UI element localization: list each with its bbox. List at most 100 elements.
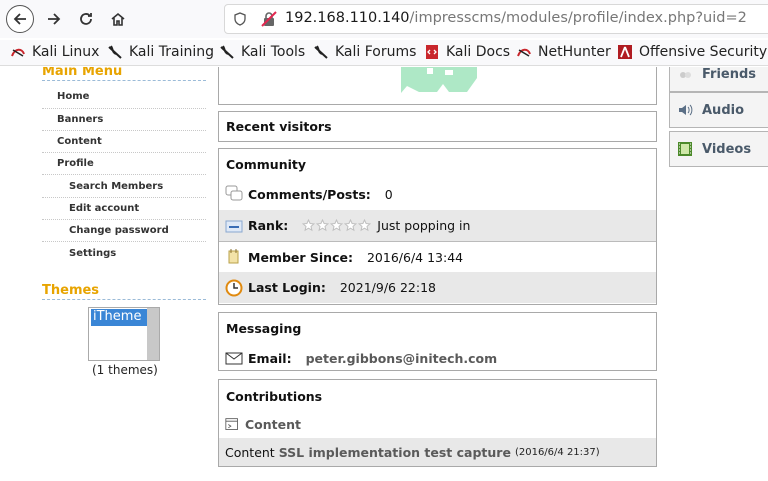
tab-videos[interactable]: Videos	[669, 131, 768, 167]
divider	[42, 80, 206, 81]
contributions-section-row: Content	[219, 413, 656, 435]
bookmark-label: NetHunter	[538, 44, 611, 60]
star-empty-icon	[330, 219, 344, 232]
clock-icon	[225, 279, 243, 296]
bookmarks-bar: Kali Linux Kali Training Kali Tools Kali…	[0, 40, 768, 66]
recent-visitors-title: Recent visitors	[226, 119, 332, 134]
last-login-value: 2021/9/6 22:18	[339, 280, 436, 295]
contribution-item-date: (2016/6/4 21:37)	[514, 446, 600, 458]
nethunter-icon	[517, 48, 531, 57]
rank-label: Rank:	[248, 218, 289, 233]
url-text[interactable]: 192.168.110.140/impresscms/modules/profi…	[285, 10, 747, 26]
speaker-icon	[679, 104, 693, 116]
menu-item-banners[interactable]: Banners	[57, 114, 103, 125]
avatar-image	[401, 67, 477, 93]
kali-linux-icon	[11, 48, 25, 57]
tab-audio-label: Audio	[702, 102, 745, 118]
bookmark-kali-tools[interactable]: Kali Tools	[219, 44, 305, 60]
comments-icon	[225, 185, 243, 201]
theme-list-scrollbar[interactable]	[147, 308, 159, 360]
reload-button[interactable]	[72, 5, 100, 33]
email-link[interactable]: peter.gibbons@initech.com	[306, 351, 498, 366]
bookmark-kali-docs[interactable]: Kali Docs	[424, 44, 510, 60]
menu-item-content[interactable]: Content	[57, 136, 102, 147]
docs-icon	[426, 45, 438, 59]
messaging-title: Messaging	[226, 321, 302, 336]
shield-icon[interactable]	[233, 12, 247, 26]
page-content: Main Menu Home Banners Content Profile S…	[0, 67, 768, 481]
comments-row: Comments/Posts: 0	[219, 179, 656, 209]
member-since-value: 2016/6/4 13:44	[366, 249, 464, 265]
avatar-panel	[218, 67, 657, 105]
rank-row: Rank: Just popping in	[219, 210, 656, 241]
contributions-title: Contributions	[226, 389, 323, 404]
tab-audio[interactable]: Audio	[669, 92, 768, 128]
contribution-item-prefix: Content	[225, 444, 275, 460]
menu-item-home[interactable]: Home	[57, 91, 89, 102]
home-button[interactable]	[104, 5, 132, 33]
kali-dragon-icon	[108, 45, 122, 59]
menu-item-profile[interactable]: Profile	[57, 158, 94, 169]
film-icon	[678, 142, 692, 156]
bookmark-label: Kali Docs	[446, 44, 511, 60]
bookmark-nethunter[interactable]: NetHunter	[516, 44, 611, 60]
contribution-item-link[interactable]: SSL implementation test capture	[279, 445, 511, 460]
tab-friends[interactable]: Friends	[669, 67, 768, 92]
menu-item-search-members[interactable]: Search Members	[69, 181, 163, 192]
insecure-lock-icon[interactable]	[261, 11, 277, 27]
main-menu-title: Main Menu	[42, 67, 123, 79]
menu-item-edit-account[interactable]: Edit account	[69, 203, 139, 214]
forward-button[interactable]	[40, 5, 68, 33]
back-button[interactable]	[6, 5, 34, 33]
bookmark-kali-linux[interactable]: Kali Linux	[10, 44, 99, 60]
last-login-row: Last Login: 2021/9/6 22:18	[219, 272, 656, 303]
bookmark-kali-forums[interactable]: Kali Forums	[313, 44, 416, 60]
url-host: 192.168.110.140	[285, 10, 410, 26]
bookmark-label: Kali Tools	[241, 44, 306, 60]
comments-label: Comments/Posts:	[248, 186, 371, 202]
tab-friends-label: Friends	[702, 67, 757, 82]
reload-icon	[80, 13, 92, 25]
kali-dragon-icon	[220, 45, 234, 59]
star-empty-icon	[344, 219, 358, 232]
email-row: Email: peter.gibbons@initech.com	[219, 344, 656, 372]
divider	[42, 174, 206, 175]
rank-text: Just popping in	[377, 218, 471, 233]
messaging-panel: Messaging Email: peter.gibbons@initech.c…	[218, 312, 657, 371]
theme-option-selected[interactable]: iTheme	[91, 309, 147, 326]
member-since-label: Member Since:	[248, 249, 353, 265]
divider	[42, 152, 206, 153]
offsec-icon	[618, 45, 632, 59]
theme-select-list[interactable]: iTheme	[88, 307, 160, 361]
divider	[42, 130, 206, 131]
rank-stars	[302, 219, 372, 232]
bookmark-label: Kali Linux	[32, 44, 100, 60]
url-path: /impresscms/modules/profile/index.php?ui…	[409, 10, 747, 26]
contribution-item: Content SSL implementation test capture …	[219, 438, 656, 466]
browser-toolbar: 192.168.110.140/impresscms/modules/profi…	[0, 0, 768, 38]
star-empty-icon	[316, 219, 330, 232]
divider	[42, 241, 206, 242]
divider	[42, 197, 206, 198]
address-bar[interactable]: 192.168.110.140/impresscms/modules/profi…	[224, 4, 768, 34]
last-login-label: Last Login:	[248, 280, 326, 295]
star-empty-icon	[358, 219, 372, 232]
recent-visitors-panel: Recent visitors	[218, 111, 657, 142]
bookmark-label: Offensive Security	[639, 44, 768, 60]
menu-item-settings[interactable]: Settings	[69, 248, 116, 259]
friends-icon	[680, 71, 691, 78]
contributions-section-link[interactable]: Content	[245, 417, 301, 432]
divider	[42, 299, 206, 300]
menu-item-change-password[interactable]: Change password	[69, 225, 169, 236]
themes-count: (1 themes)	[92, 363, 158, 377]
bookmark-offensive-security[interactable]: Offensive Security	[617, 44, 767, 60]
star-empty-icon	[302, 219, 316, 232]
envelope-icon	[225, 352, 243, 365]
rank-icon	[225, 220, 243, 232]
community-title: Community	[226, 157, 307, 172]
bookmark-label: Kali Forums	[335, 44, 417, 60]
divider	[42, 108, 206, 109]
arrow-right-icon	[48, 13, 61, 25]
kali-dragon-icon	[314, 45, 328, 59]
bookmark-kali-training[interactable]: Kali Training	[107, 44, 214, 60]
